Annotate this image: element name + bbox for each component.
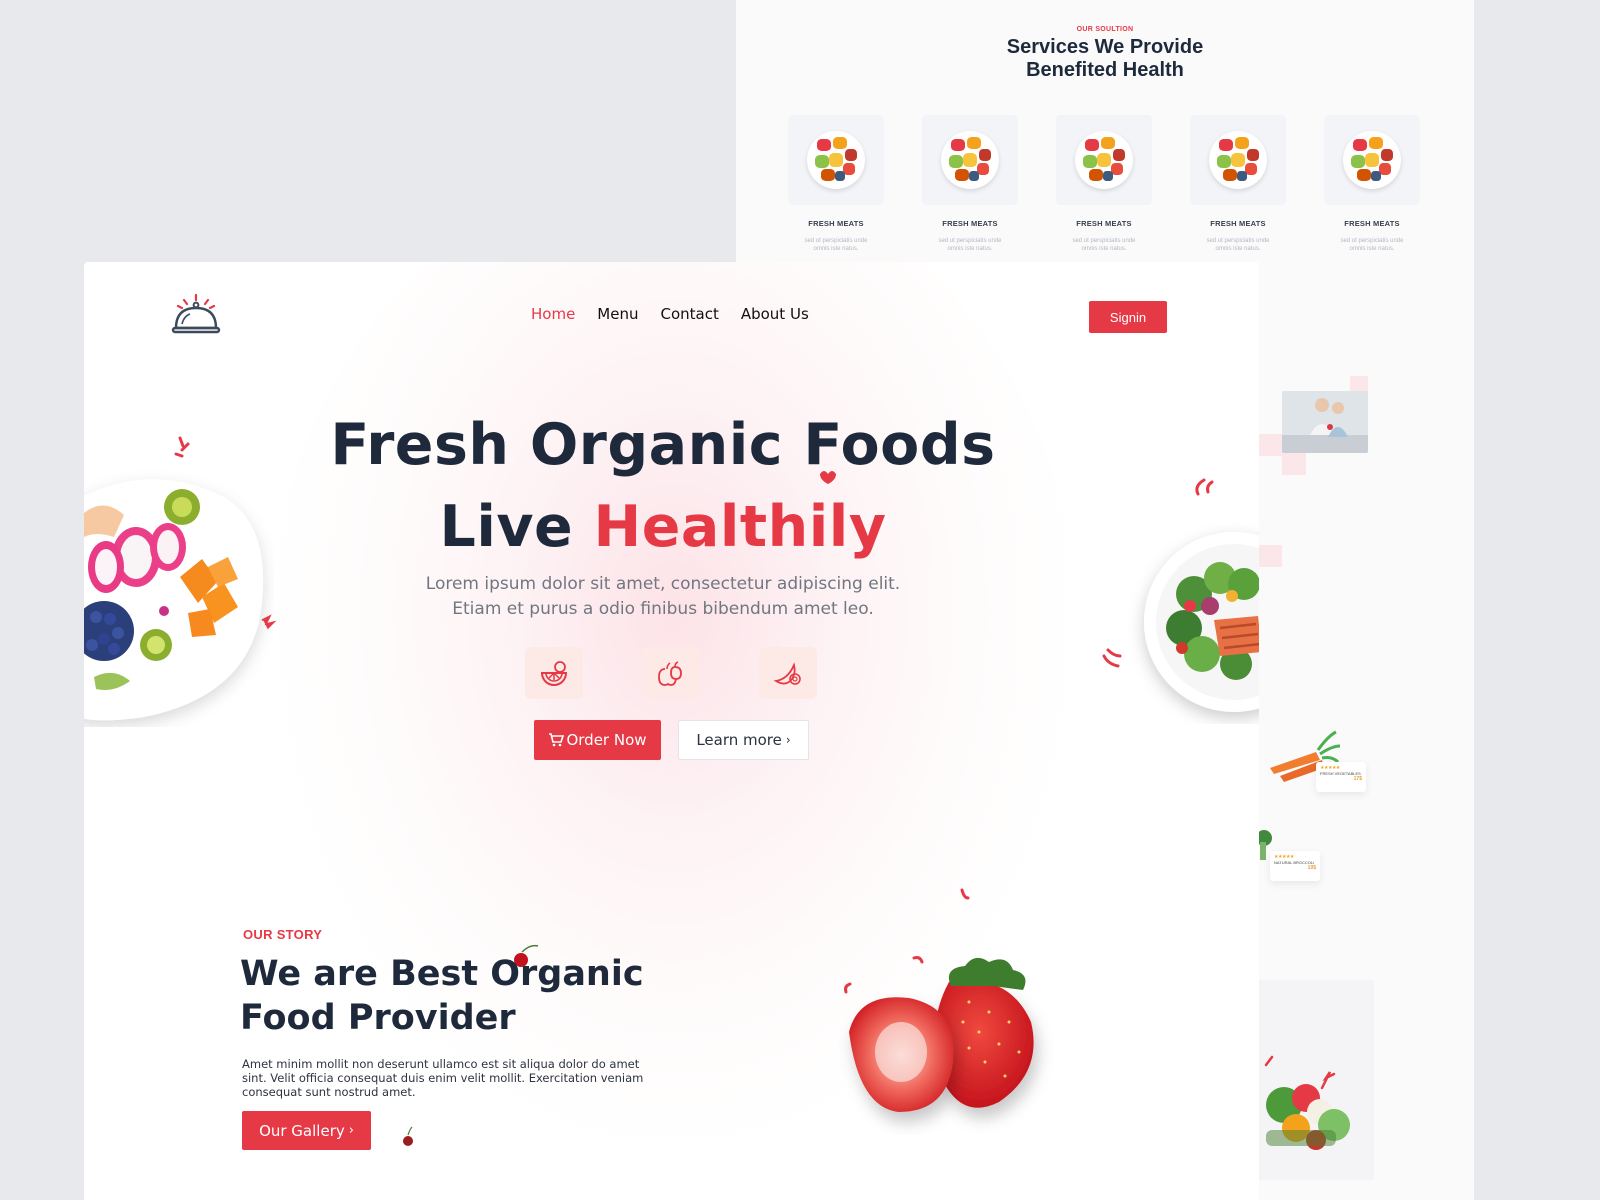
banana-icon: [759, 647, 817, 699]
our-gallery-button[interactable]: Our Gallery ›: [242, 1111, 371, 1150]
fruit-bowl-image: [1324, 115, 1420, 205]
service-name: FRESH MEATS: [1076, 219, 1132, 228]
services-kicker: OUR SOULTION: [1076, 26, 1134, 33]
orange-slice-icon: [525, 647, 583, 699]
decor-tile: [1350, 376, 1368, 392]
hero-title-line2: Live Healthily: [84, 494, 1242, 560]
service-name: FRESH MEATS: [942, 219, 998, 228]
decor-tile: [1258, 545, 1282, 567]
service-card[interactable]: FRESH MEATS sed ut perspiciatis unde omn…: [922, 115, 1018, 253]
order-now-label: Order Now: [566, 731, 647, 749]
services-title-line1: Services We Provide: [1006, 36, 1204, 58]
service-desc: sed ut perspiciatis unde omnis iste natu…: [1340, 238, 1404, 252]
hero-subtitle-line1: Lorem ipsum dolor sit amet, consectetur …: [425, 574, 901, 594]
product-card[interactable]: ★★★★★ NATURAL BROCCOLI 19$: [1270, 851, 1320, 881]
feature-icons: [525, 647, 817, 699]
hero-title-accent: Healthily: [593, 494, 887, 560]
vegetables-panel: [1256, 980, 1374, 1180]
chevron-right-icon: ›: [348, 1123, 354, 1138]
fruit-bowl-image: [788, 115, 884, 205]
service-desc: sed ut perspiciatis unde omnis iste natu…: [804, 238, 868, 252]
service-desc: sed ut perspiciatis unde omnis iste natu…: [938, 238, 1002, 252]
service-card[interactable]: FRESH MEATS sed ut perspiciatis unde omn…: [1324, 115, 1420, 253]
service-card[interactable]: FRESH MEATS sed ut perspiciatis unde omn…: [1190, 115, 1286, 253]
landing-page: Home Menu Contact About Us Signin Fresh …: [84, 262, 1259, 1200]
service-desc: sed ut perspiciatis unde omnis iste natu…: [1206, 238, 1270, 252]
hero-subtitle-line2: Etiam et purus a odio finibus bibendum a…: [452, 599, 874, 619]
apple-icon: [642, 647, 700, 699]
service-card[interactable]: FRESH MEATS sed ut perspiciatis unde omn…: [788, 115, 884, 253]
service-name: FRESH MEATS: [808, 219, 864, 228]
fruit-bowl-image: [922, 115, 1018, 205]
order-now-button[interactable]: Order Now: [534, 720, 661, 760]
service-name: FRESH MEATS: [1344, 219, 1400, 228]
services-list: FRESH MEATS sed ut perspiciatis unde omn…: [788, 115, 1420, 253]
story-title-line2: Food Provider: [240, 998, 516, 1038]
chevron-right-icon: ›: [785, 733, 791, 747]
product-price: 19$: [1307, 865, 1316, 871]
hero-title-line1: Fresh Organic Foods: [330, 412, 996, 478]
hero-subtitle: Lorem ipsum dolor sit amet, consectetur …: [84, 572, 1242, 622]
story-kicker: OUR STORY: [243, 927, 323, 942]
service-name: FRESH MEATS: [1210, 219, 1266, 228]
services-title: Services We Provide Benefited Health: [736, 36, 1474, 82]
services-title-line2: Benefited Health: [1026, 59, 1184, 81]
hero-title-prefix: Live: [439, 494, 594, 560]
fruit-bowl-image: [1056, 115, 1152, 205]
story-title: We are Best Organic Food Provider: [240, 952, 670, 1040]
fruit-bowl-image: [1190, 115, 1286, 205]
product-price: 17$: [1353, 776, 1362, 782]
family-photo: [1282, 391, 1368, 453]
decor-tile: [1282, 453, 1306, 475]
product-card[interactable]: ★★★★★ FRESH VEGETABLES 17$: [1316, 762, 1366, 792]
service-card[interactable]: FRESH MEATS sed ut perspiciatis unde omn…: [1056, 115, 1152, 253]
service-desc: sed ut perspiciatis unde omnis iste natu…: [1072, 238, 1136, 252]
story-title-line1: We are Best Organic: [240, 954, 644, 994]
learn-more-label: Learn more: [696, 731, 782, 749]
story-body: Amet minim mollit non deserunt ullamco e…: [242, 1057, 644, 1099]
cart-icon: [549, 733, 565, 747]
our-gallery-label: Our Gallery: [259, 1121, 345, 1140]
decor-tile: [1258, 434, 1282, 456]
strawberries-image: [849, 957, 1034, 1112]
learn-more-button[interactable]: Learn more ›: [678, 720, 809, 760]
